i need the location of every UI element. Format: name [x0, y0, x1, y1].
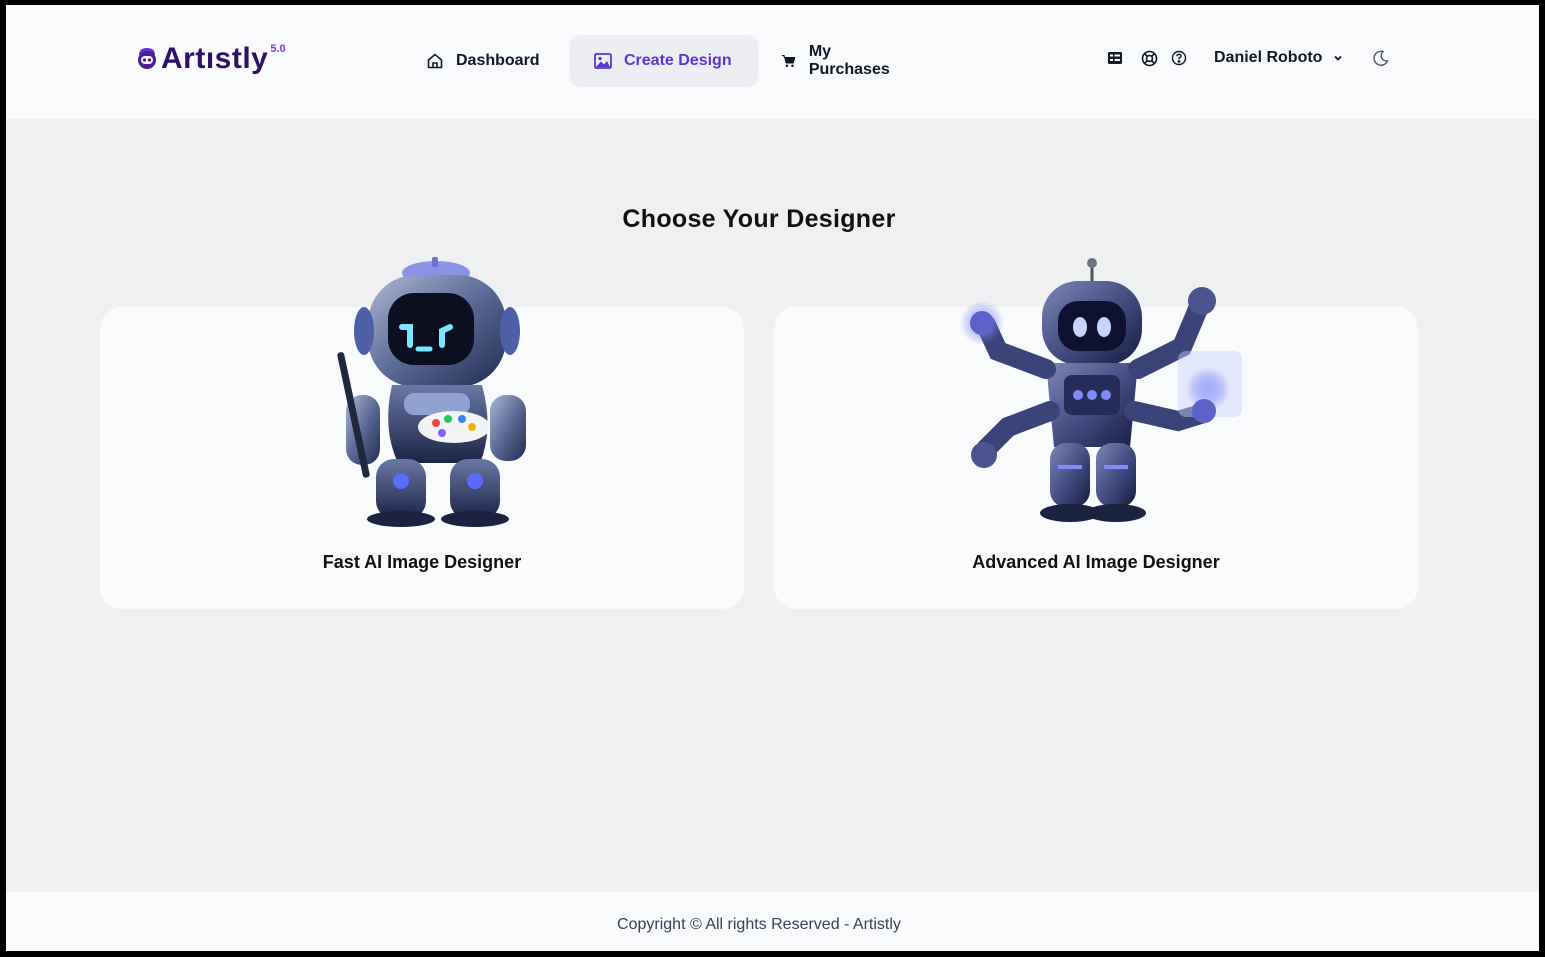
- table-button[interactable]: [1107, 50, 1123, 66]
- moon-icon: [1373, 50, 1389, 66]
- brand-name: Artıstly: [161, 42, 269, 75]
- designer-card-fast-label: Fast AI Image Designer: [322, 552, 522, 572]
- page-footer: Copyright © All rights Reserved - Artist…: [6, 892, 1539, 951]
- nav-my-purchases-label: My Purchases: [808, 43, 890, 78]
- nav-dashboard[interactable]: Dashboard: [426, 35, 540, 87]
- nav-create-design[interactable]: Create Design: [570, 35, 758, 87]
- app-window: Artıstly 5.0 Dashboard Create Design My …: [6, 5, 1539, 951]
- cart-icon: [781, 54, 796, 68]
- help-button[interactable]: [1171, 50, 1187, 66]
- theme-toggle[interactable]: [1372, 49, 1390, 72]
- page-title: Choose Your Designer: [622, 205, 896, 233]
- user-name: Daniel Roboto: [1214, 49, 1323, 66]
- user-menu[interactable]: Daniel Roboto: [1214, 49, 1344, 67]
- image-icon: [594, 53, 612, 69]
- top-header: Artıstly 5.0 Dashboard Create Design My …: [6, 5, 1539, 119]
- nav-my-purchases[interactable]: My Purchases: [781, 35, 894, 87]
- copyright-text: Copyright © All rights Reserved - Artist…: [617, 916, 901, 933]
- chevron-down-icon: [1334, 55, 1343, 61]
- help-circle-icon: [1171, 50, 1187, 66]
- nav-dashboard-label: Dashboard: [456, 52, 540, 69]
- multi-arm-robot-illustration: [960, 258, 1242, 522]
- brand-version: 5.0: [270, 43, 286, 55]
- brand-logo[interactable]: Artıstly 5.0: [134, 41, 286, 77]
- table-icon: [1108, 52, 1122, 64]
- home-icon: [427, 53, 443, 69]
- support-icon: [1141, 50, 1158, 67]
- painter-robot-illustration: [337, 257, 526, 527]
- logo-robot-icon: [138, 48, 156, 69]
- nav-create-design-label: Create Design: [624, 52, 732, 69]
- designer-card-advanced-label: Advanced AI Image Designer: [972, 552, 1220, 572]
- support-button[interactable]: [1141, 50, 1158, 67]
